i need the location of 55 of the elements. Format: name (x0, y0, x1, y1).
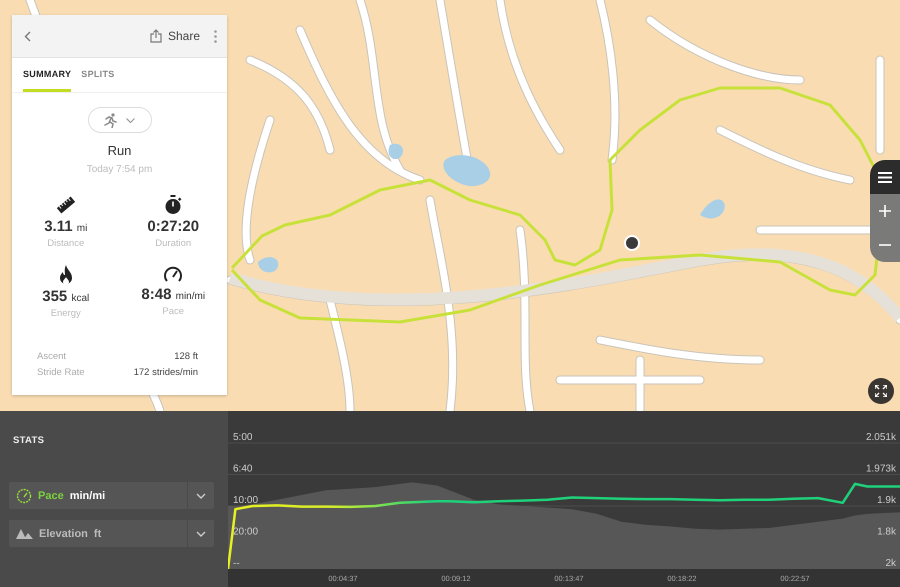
lake (388, 144, 404, 160)
y-axis-label: 5:00 (233, 432, 252, 443)
y-axis-label: 2k (885, 558, 896, 569)
metric-label: Energy (50, 308, 81, 319)
y-axis-label: 6:40 (233, 464, 252, 474)
zoom-out-button[interactable] (870, 228, 900, 262)
gauge-icon (163, 265, 184, 283)
y-axis-label: 1.9k (877, 495, 896, 506)
back-button[interactable] (24, 30, 31, 42)
tab[interactable]: SUMMARY (23, 58, 72, 92)
menu-button[interactable] (870, 160, 900, 194)
back-chevron-icon (24, 30, 31, 42)
metric-value: 355 kcal (42, 288, 90, 305)
stats-title: STATS (12, 435, 46, 446)
metric-value: 3.11 mi (44, 218, 88, 235)
zoom-in-button[interactable] (870, 194, 900, 228)
flame-icon (58, 265, 74, 285)
caret-icon (196, 492, 206, 498)
more-vertical-icon (214, 30, 217, 42)
route-marker (624, 235, 640, 251)
y-axis-label: -- (233, 558, 240, 569)
metric-label: Distance (47, 238, 84, 249)
more-button[interactable] (214, 30, 217, 42)
detail-value: 128 ft (174, 351, 198, 362)
tab[interactable]: SPLITS (81, 58, 115, 92)
metric-label: Duration (155, 238, 192, 249)
activity-time: Today 7:54 pm (86, 164, 154, 175)
y-axis-label: 20:00 (233, 526, 258, 538)
metric-value: 0:27:20 (147, 218, 200, 235)
detail-label: Ascent (37, 351, 66, 362)
lake (700, 199, 725, 218)
menu-icon (878, 172, 892, 182)
detail-label: Stride Rate (37, 367, 85, 378)
caret-icon (126, 118, 135, 122)
y-axis-label: 1.8k (877, 526, 896, 538)
y-axis-label: 10:00 (233, 495, 258, 506)
metric-value: 8:48 min/mi (141, 286, 206, 303)
caret-icon (196, 530, 206, 536)
gauge-icon (16, 488, 32, 504)
activity-name: Run (106, 143, 132, 158)
y-axis-label: 2.051k (866, 432, 896, 443)
activity-type-selector[interactable] (88, 107, 152, 133)
plus-icon (879, 205, 891, 217)
y-axis-label: 1.973k (866, 464, 896, 474)
metric-label: Pace (162, 306, 184, 317)
share-icon (150, 29, 162, 43)
detail-value: 172 strides/min (134, 367, 198, 378)
mountain-icon (16, 528, 33, 539)
runner-icon (104, 112, 118, 128)
expand-icon (875, 385, 887, 397)
lake (258, 257, 278, 272)
lake (443, 155, 490, 186)
minus-icon (879, 244, 891, 246)
stopwatch-icon (164, 195, 182, 215)
share-button[interactable]: Share (150, 29, 200, 43)
